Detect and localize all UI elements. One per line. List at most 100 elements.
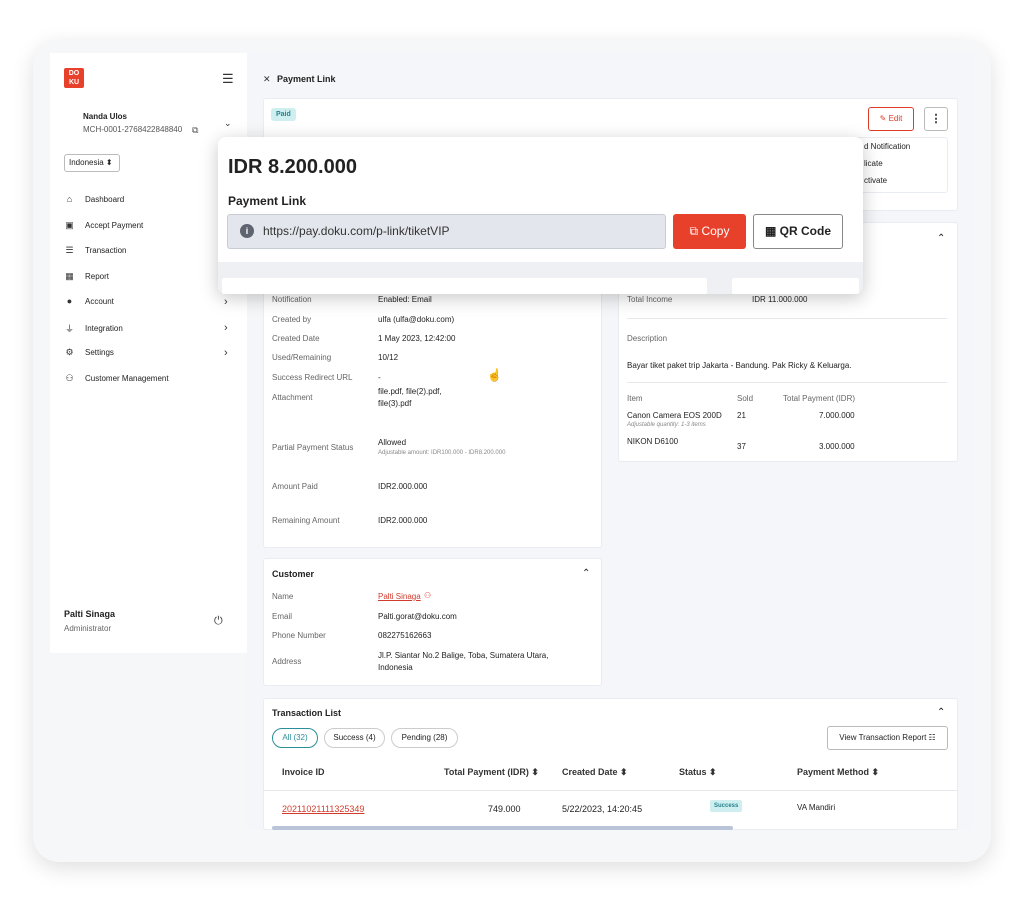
copy-button[interactable]: ⧉ Copy — [673, 214, 746, 249]
item-total: 3.000.000 — [819, 442, 855, 451]
chevron-right-icon: › — [224, 296, 228, 308]
tab-all[interactable]: All (32) — [272, 728, 318, 748]
qr-code-label: QR Code — [779, 224, 831, 238]
gears-icon: ⚙ — [65, 347, 74, 357]
customer-address-value: Indonesia — [378, 663, 413, 672]
column-payment-method[interactable]: Payment Method ⬍ — [797, 767, 879, 778]
sidebar-item-customer-management[interactable]: ⚇ Customer Management — [64, 373, 168, 384]
customer-address-value: Jl.P. Siantar No.2 Balige, Toba, Sumater… — [378, 651, 549, 660]
notification-value: Enabled: Email — [378, 295, 432, 304]
description-label: Description — [627, 334, 668, 343]
menu-item-notification[interactable]: d Notification — [864, 142, 910, 151]
money-icon: ▣ — [65, 220, 74, 230]
total-payment-header: Total Payment (IDR) — [783, 394, 856, 403]
notification-label: Notification — [272, 295, 312, 304]
collapse-icon[interactable]: ⌃ — [582, 568, 590, 579]
remaining-amount-label: Remaining Amount — [272, 516, 340, 525]
sidebar-item-transaction[interactable]: ☰ Transaction — [64, 245, 126, 256]
sidebar-item-integration[interactable]: ⏚ Integration — [64, 322, 123, 335]
menu-item-deactivate[interactable]: ctivate — [864, 176, 887, 185]
popup-title: Payment Link — [228, 194, 307, 208]
sidebar-item-label: Account — [85, 296, 114, 306]
merchant-id: MCH-0001-2768422848840 — [83, 125, 183, 134]
item-total: 7.000.000 — [819, 411, 855, 420]
sidebar-item-label: Dashboard — [85, 194, 125, 204]
item-note: Adjustable quantity: 1-3 items — [627, 422, 706, 428]
sidebar-item-label: Accept Payment — [85, 221, 144, 230]
tab-pending[interactable]: Pending (28) — [391, 728, 458, 748]
created-by-value: ulfa (ulfa@doku.com) — [378, 315, 455, 324]
view-transaction-report-button[interactable]: View Transaction Report ☷ — [827, 726, 948, 750]
row-date: 5/22/2023, 14:20:45 — [562, 804, 643, 814]
partial-payment-value: Allowed — [378, 438, 407, 447]
customer-name-label: Name — [272, 592, 294, 601]
column-created-date[interactable]: Created Date ⬍ — [562, 767, 628, 778]
attachment-link[interactable]: file(3).pdf — [378, 399, 411, 408]
popup-amount: IDR 8.200.000 — [228, 156, 357, 178]
total-income-label: Total Income — [627, 295, 673, 304]
sidebar-item-accept-payment[interactable]: ▣ Accept Payment — [64, 220, 143, 231]
copy-id-icon[interactable]: ⧉ — [192, 125, 198, 136]
qr-code-button[interactable]: ▦ QR Code — [753, 214, 843, 249]
row-total: 749.000 — [488, 804, 521, 814]
sidebar-item-account[interactable]: ● Account — [64, 296, 114, 306]
admin-name: Palti Sinaga — [64, 609, 116, 619]
item-sold: 21 — [737, 411, 746, 420]
item-header: Item — [627, 394, 643, 403]
hamburger-menu-icon[interactable]: ☰ — [222, 71, 234, 87]
status-badge: Paid — [271, 108, 296, 121]
popup-footer-panel — [222, 278, 707, 294]
country-select[interactable]: Indonesia ⬍ — [64, 154, 120, 172]
created-date-label: Created Date — [272, 334, 320, 343]
chevron-right-icon: › — [224, 322, 228, 334]
customer-name-link[interactable]: Palti Sinaga — [378, 592, 421, 601]
redirect-url-value: - — [378, 373, 381, 382]
info-icon: i — [240, 224, 254, 238]
total-income-value: IDR 11.000.000 — [752, 295, 808, 304]
transaction-list-title: Transaction List — [272, 708, 342, 718]
column-status[interactable]: Status ⬍ — [679, 767, 717, 778]
customer-phone-value: 082275162663 — [378, 631, 432, 640]
sidebar-item-settings[interactable]: ⚙ Settings — [64, 347, 114, 358]
used-remaining-label: Used/Remaining — [272, 353, 332, 362]
sidebar-item-label: Settings — [85, 348, 114, 357]
copy-label: Copy — [701, 224, 730, 238]
customer-address-label: Address — [272, 657, 302, 666]
menu-item-duplicate[interactable]: licate — [864, 159, 883, 168]
customer-phone-label: Phone Number — [272, 631, 326, 640]
sidebar-item-label: Report — [85, 272, 110, 281]
collapse-icon[interactable]: ⌃ — [937, 707, 945, 718]
horizontal-scrollbar[interactable] — [272, 826, 733, 830]
sidebar-item-label: Integration — [85, 324, 123, 333]
customer-email-label: Email — [272, 612, 293, 621]
divider — [627, 318, 947, 319]
edit-button[interactable]: ✎ Edit — [868, 107, 914, 131]
collapse-icon[interactable]: ⌃ — [937, 233, 945, 244]
sidebar-item-report[interactable]: ▦ Report — [64, 271, 109, 282]
sold-header: Sold — [737, 394, 754, 403]
sidebar-item-dashboard[interactable]: ⌂ Dashboard — [64, 194, 124, 204]
payment-url-text[interactable]: https://pay.doku.com/p-link/tiketVIP — [263, 224, 450, 238]
plug-icon: ⏚ — [64, 324, 74, 334]
more-options-button[interactable]: ⋮ — [924, 107, 948, 131]
user-icon: ● — [66, 296, 73, 306]
tab-success[interactable]: Success (4) — [324, 728, 385, 748]
users-icon: ⚇ — [65, 373, 74, 383]
invoice-link[interactable]: 20211021111325349 — [282, 804, 364, 814]
divider — [627, 382, 947, 383]
item-sold: 37 — [737, 442, 746, 451]
attachment-link[interactable]: file.pdf, file(2).pdf, — [378, 387, 442, 396]
users-icon: ⚇ — [424, 591, 432, 600]
customer-email-value: Palti.gorat@doku.com — [378, 612, 457, 621]
chevron-right-icon: › — [224, 347, 228, 359]
column-total-payment[interactable]: Total Payment (IDR) ⬍ — [444, 767, 539, 778]
qr-code-icon: ▦ — [764, 224, 780, 238]
redirect-url-label: Success Redirect URL — [272, 373, 353, 382]
created-date-value: 1 May 2023, 12:42:00 — [378, 334, 456, 343]
list-icon: ☰ — [65, 245, 74, 255]
hand-cursor-icon: ☝ — [487, 368, 502, 382]
logout-icon[interactable]: ⏻ — [214, 615, 223, 628]
close-icon[interactable]: ✕ — [263, 74, 271, 85]
row-payment-method: VA Mandiri — [797, 803, 836, 812]
chevron-down-icon[interactable]: ⌄ — [224, 118, 232, 129]
